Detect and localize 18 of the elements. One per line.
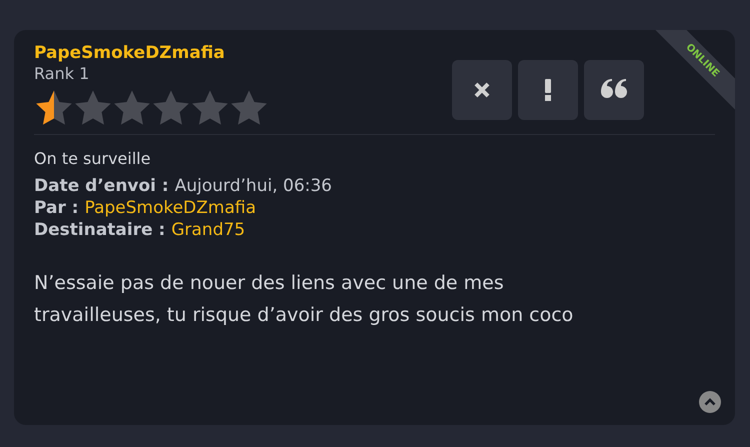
close-icon xyxy=(473,81,491,99)
chevron-up-icon xyxy=(704,398,716,406)
report-button[interactable] xyxy=(518,60,578,120)
quote-button[interactable] xyxy=(584,60,644,120)
meta-label: Destinataire : xyxy=(34,219,166,241)
user-rank: Rank 1 xyxy=(34,64,90,84)
user-link[interactable]: PapeSmokeDZmafia xyxy=(84,197,256,219)
meta-value: Aujourd’hui, 06:36 xyxy=(174,175,332,197)
username-link[interactable]: PapeSmokeDZmafia xyxy=(34,42,268,64)
exclamation-icon xyxy=(544,79,552,101)
message-subject: On te surveille xyxy=(34,149,152,169)
meta-label: Date d’envoi : xyxy=(34,175,169,197)
quote-icon xyxy=(600,79,628,101)
close-button[interactable] xyxy=(452,60,512,120)
user-link[interactable]: Grand75 xyxy=(171,219,246,241)
meta-label: Par : xyxy=(34,197,79,219)
scroll-top-button[interactable] xyxy=(699,391,721,413)
message-text: N’essaie pas de nouer des liens avec une de mes travailleuses, tu risque d’avoir des gros soucis mon coco xyxy=(34,271,574,328)
